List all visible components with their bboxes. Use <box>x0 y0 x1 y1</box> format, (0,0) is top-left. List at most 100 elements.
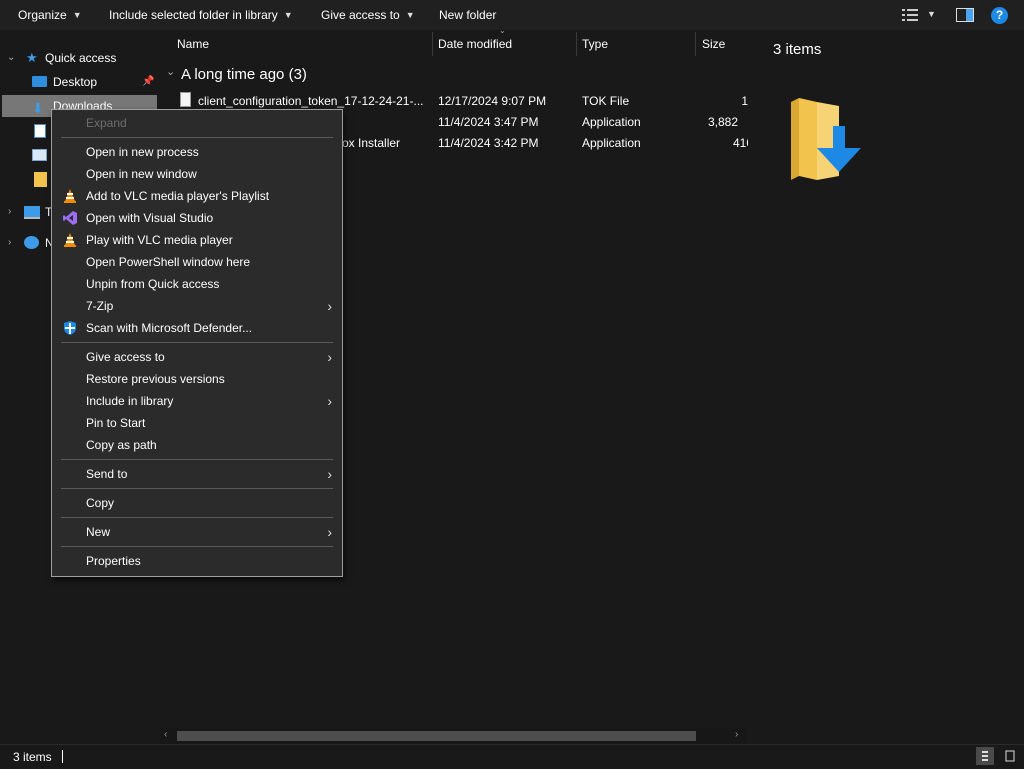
menu-item-label: Restore previous versions <box>86 372 225 386</box>
column-header-type[interactable]: Type <box>582 30 608 58</box>
menu-item-label: Copy <box>86 496 115 510</box>
chevron-right-icon[interactable]: › <box>8 201 11 223</box>
chevron-right-icon: › <box>327 524 332 540</box>
chevron-down-icon: ▼ <box>405 10 415 20</box>
group-header[interactable]: ⌄ A long time ago (3) <box>166 64 666 86</box>
menu-separator <box>61 546 333 547</box>
file-date: 11/4/2024 3:47 PM <box>438 115 539 129</box>
give-access-button[interactable]: Give access to ▼ <box>321 0 415 30</box>
menu-item-label: Open PowerShell window here <box>86 255 251 269</box>
scroll-left-icon[interactable]: ‹ <box>164 729 167 740</box>
download-arrow-icon: ⬇ <box>32 100 44 116</box>
preview-pane-icon[interactable] <box>956 8 974 22</box>
chevron-down-icon[interactable]: ⌄ <box>7 47 15 69</box>
menu-item-7zip[interactable]: 7-Zip › <box>52 295 342 317</box>
documents-icon[interactable] <box>34 124 46 138</box>
menu-item-label: Send to <box>86 467 128 481</box>
group-label: A long time ago (3) <box>181 66 307 83</box>
organize-label: Organize <box>18 8 67 22</box>
new-folder-button[interactable]: New folder <box>439 0 496 30</box>
column-divider[interactable] <box>695 32 696 56</box>
menu-item-copy-as-path[interactable]: Copy as path <box>52 434 342 456</box>
nav-item-quick-access[interactable]: ⌄ ★ Quick access <box>0 47 157 69</box>
scrollbar-thumb[interactable] <box>177 731 696 741</box>
large-icons-view-icon[interactable] <box>1001 747 1019 765</box>
file-size: 3,882 <box>708 115 739 129</box>
menu-item-label: Open with Visual Studio <box>86 211 214 225</box>
change-view-icon[interactable] <box>902 8 918 22</box>
column-header-date-modified[interactable]: Date modified <box>438 30 512 58</box>
file-type: Application <box>582 115 641 129</box>
menu-separator <box>61 459 333 460</box>
help-icon[interactable]: ? <box>991 7 1008 24</box>
menu-item-send-to[interactable]: Send to › <box>52 463 342 485</box>
column-divider[interactable] <box>432 32 433 56</box>
chevron-right-icon[interactable]: › <box>8 232 11 254</box>
chevron-right-icon: › <box>327 349 332 365</box>
menu-item-play-with-vlc[interactable]: Play with VLC media player <box>52 229 342 251</box>
menu-item-scan-defender[interactable]: Scan with Microsoft Defender... <box>52 317 342 339</box>
preview-items-count: 3 items <box>773 41 822 58</box>
status-item-count: 3 items <box>13 750 52 764</box>
file-size: 1 <box>741 94 748 108</box>
menu-item-label: Open in new process <box>86 145 199 159</box>
menu-item-pin-to-start[interactable]: Pin to Start <box>52 412 342 434</box>
column-divider[interactable] <box>576 32 577 56</box>
chevron-right-icon: › <box>327 466 332 482</box>
column-header-size[interactable]: Size <box>702 30 725 58</box>
menu-separator <box>61 342 333 343</box>
horizontal-scrollbar[interactable]: ‹ › <box>160 728 747 744</box>
include-in-library-button[interactable]: Include selected folder in library ▼ <box>109 0 293 30</box>
column-header-name[interactable]: Name <box>177 30 209 58</box>
menu-item-properties[interactable]: Properties <box>52 550 342 572</box>
computer-icon <box>24 206 40 219</box>
menu-item-label: Pin to Start <box>86 416 146 430</box>
menu-item-open-new-process[interactable]: Open in new process <box>52 141 342 163</box>
folder-icon[interactable] <box>34 172 47 187</box>
menu-item-open-with-visual-studio[interactable]: Open with Visual Studio <box>52 207 342 229</box>
details-view-icon[interactable] <box>976 747 994 765</box>
desktop-icon <box>32 76 47 87</box>
nav-label: Desktop <box>53 75 98 89</box>
network-icon <box>24 236 39 249</box>
visual-studio-icon <box>62 210 78 226</box>
downloads-folder-icon <box>787 96 863 186</box>
include-in-library-label: Include selected folder in library <box>109 8 278 22</box>
menu-item-label: Unpin from Quick access <box>86 277 220 291</box>
menu-item-open-new-window[interactable]: Open in new window <box>52 163 342 185</box>
menu-item-unpin-quick-access[interactable]: Unpin from Quick access <box>52 273 342 295</box>
status-bar: 3 items <box>0 744 1024 769</box>
menu-item-label: Expand <box>86 116 127 130</box>
menu-item-restore-versions[interactable]: Restore previous versions <box>52 368 342 390</box>
chevron-down-icon: ▼ <box>283 10 293 20</box>
view-options-chevron-icon[interactable]: ▼ <box>927 9 936 19</box>
scroll-right-icon[interactable]: › <box>735 729 738 740</box>
menu-item-copy[interactable]: Copy <box>52 492 342 514</box>
file-name: client_configuration_token_17-12-24-21-.… <box>198 94 424 108</box>
file-type: TOK File <box>582 94 630 108</box>
menu-item-label: Copy as path <box>86 438 157 452</box>
menu-item-add-to-vlc-playlist[interactable]: Add to VLC media player's Playlist <box>52 185 342 207</box>
menu-item-open-powershell[interactable]: Open PowerShell window here <box>52 251 342 273</box>
file-row[interactable]: client_configuration_token_17-12-24-21-.… <box>160 90 750 111</box>
file-type: Application <box>582 136 641 150</box>
menu-item-expand[interactable]: Expand <box>52 112 342 134</box>
organize-button[interactable]: Organize ▼ <box>18 0 82 30</box>
file-icon <box>180 92 191 107</box>
menu-separator <box>61 517 333 518</box>
file-size: 410 <box>733 136 748 150</box>
pictures-icon[interactable] <box>32 149 47 161</box>
defender-icon <box>62 320 78 336</box>
file-date: 11/4/2024 3:42 PM <box>438 136 539 150</box>
menu-item-label: Scan with Microsoft Defender... <box>86 321 253 335</box>
give-access-label: Give access to <box>321 8 400 22</box>
column-header-row: Name ⌄ Date modified Type Size <box>157 26 747 58</box>
chevron-right-icon: › <box>327 298 332 314</box>
file-name: ox Installer <box>342 136 401 150</box>
menu-item-label: Play with VLC media player <box>86 233 233 247</box>
vlc-icon <box>62 188 78 204</box>
menu-item-include-in-library[interactable]: Include in library › <box>52 390 342 412</box>
menu-item-new[interactable]: New › <box>52 521 342 543</box>
menu-item-give-access[interactable]: Give access to › <box>52 346 342 368</box>
nav-item-desktop[interactable]: Desktop 📌 <box>0 71 157 93</box>
